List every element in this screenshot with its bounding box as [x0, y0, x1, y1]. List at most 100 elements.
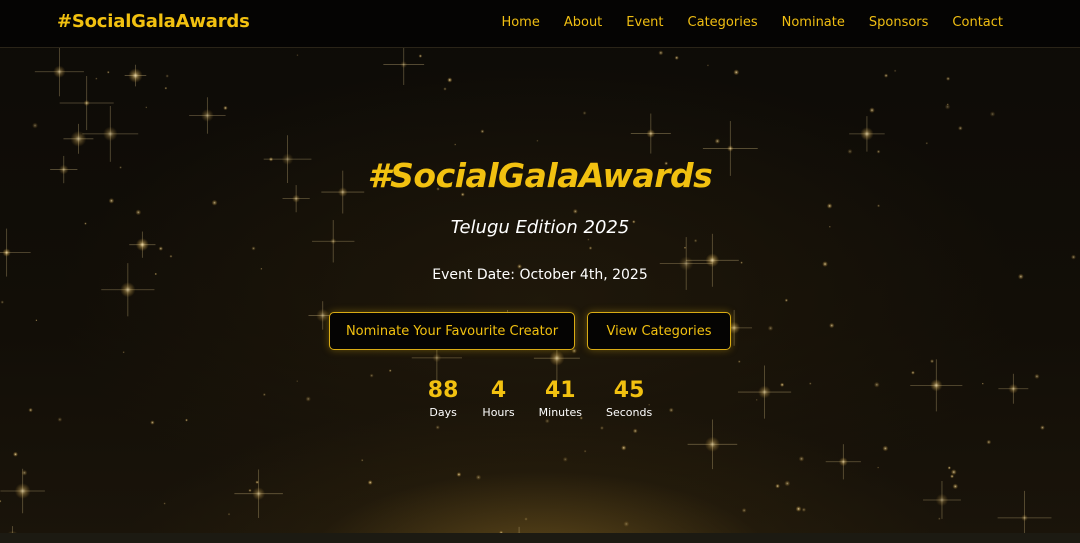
- sparkle: [63, 123, 94, 154]
- sparkle: [930, 359, 935, 364]
- sparkle: [1040, 425, 1045, 431]
- sparkle: [0, 499, 2, 503]
- sparkle: [829, 322, 835, 329]
- sparkle: [447, 77, 453, 83]
- sparkle: [583, 449, 587, 453]
- sparkle: [950, 474, 955, 479]
- nav-sponsors[interactable]: Sponsors: [869, 15, 929, 30]
- sparkle: [737, 360, 741, 364]
- sparkle: [12, 451, 19, 457]
- sparkle: [169, 254, 173, 258]
- hero-subtitle: Telugu Edition 2025: [450, 217, 630, 238]
- sparkle: [784, 480, 791, 487]
- sparkle: [35, 319, 38, 322]
- hero-title: #SocialGalaAwards: [367, 156, 713, 195]
- sparkle: [986, 439, 992, 445]
- nav-event[interactable]: Event: [626, 15, 663, 30]
- sparkle: [227, 512, 231, 516]
- sparkle: [108, 197, 115, 204]
- nominate-creator-button[interactable]: Nominate Your Favourite Creator: [329, 312, 575, 350]
- nav-about[interactable]: About: [564, 15, 602, 30]
- sparkle: [435, 425, 440, 430]
- nav-home[interactable]: Home: [501, 15, 539, 30]
- sparkle: [706, 64, 710, 67]
- sparkle: [248, 488, 252, 493]
- sparkle: [849, 116, 885, 152]
- sparkle: [632, 428, 638, 434]
- sparkle: [255, 480, 259, 484]
- sparkle: [587, 238, 590, 241]
- sparkle: [185, 418, 189, 422]
- sparkle: [456, 472, 462, 477]
- sparkle: [367, 480, 373, 485]
- sparkle: [767, 325, 774, 332]
- sparkle: [801, 507, 807, 512]
- sparkle: [369, 373, 374, 378]
- sparkle: [360, 458, 364, 462]
- sparkle: [145, 106, 148, 109]
- sparkle: [937, 517, 941, 521]
- sparkle: [693, 238, 698, 243]
- sparkle: [925, 141, 929, 145]
- countdown-timer: 88 Days 4 Hours 41 Minutes 45 Seconds: [0, 378, 1080, 419]
- sparkle: [798, 456, 805, 462]
- countdown-minutes: 41 Minutes: [539, 378, 582, 419]
- sparkle: [733, 69, 740, 76]
- sparkle: [21, 469, 28, 476]
- next-section-edge: [0, 533, 1080, 543]
- sparkle: [714, 138, 721, 144]
- sparkle: [59, 76, 114, 131]
- sparkle: [536, 139, 539, 143]
- sparkle: [957, 125, 963, 131]
- sparkle: [741, 507, 747, 513]
- sparkle: [163, 502, 166, 505]
- sparkle: [582, 111, 587, 116]
- sparkle: [877, 466, 880, 469]
- sparkle: [588, 246, 593, 250]
- sparkle: [621, 445, 627, 451]
- sparkle: [784, 298, 789, 303]
- sparkle: [623, 520, 630, 527]
- sparkle: [165, 74, 169, 78]
- sparkle: [418, 54, 423, 58]
- sparkle: [82, 105, 139, 162]
- sparkle: [189, 97, 226, 134]
- sparkle: [775, 483, 780, 489]
- sparkle: [947, 466, 952, 470]
- sparkle: [630, 113, 671, 154]
- sparkle: [876, 204, 881, 208]
- sparkle: [0, 300, 5, 304]
- countdown-seconds: 45 Seconds: [606, 378, 652, 419]
- countdown-hours-value: 4: [490, 378, 507, 403]
- sparkle: [795, 505, 802, 512]
- sparkle: [106, 70, 110, 74]
- sparkle: [950, 469, 957, 475]
- sparkle: [34, 47, 84, 97]
- nav-categories[interactable]: Categories: [688, 15, 758, 30]
- sparkle: [944, 103, 951, 110]
- sparkle: [164, 86, 168, 90]
- sparkle: [0, 468, 45, 514]
- view-categories-button[interactable]: View Categories: [587, 312, 731, 350]
- sparkle: [683, 246, 687, 249]
- sparkle: [383, 44, 425, 85]
- sparkle: [158, 246, 164, 251]
- sparkle: [825, 444, 861, 480]
- brand-logo[interactable]: #SocialGalaAwards: [57, 11, 250, 32]
- sparkle: [946, 103, 949, 106]
- countdown-seconds-label: Seconds: [605, 406, 653, 419]
- event-date: Event Date: October 4th, 2025: [432, 267, 648, 283]
- sparkle: [251, 246, 256, 251]
- sparkle: [150, 420, 155, 425]
- sparkle: [562, 456, 568, 462]
- nav-contact[interactable]: Contact: [952, 15, 1003, 30]
- sparkle: [687, 419, 738, 470]
- sparkle: [388, 369, 392, 373]
- sparkle: [475, 474, 482, 481]
- navbar: #SocialGalaAwards Home About Event Categ…: [0, 0, 1080, 48]
- sparkle: [223, 105, 228, 111]
- sparkle: [443, 87, 447, 91]
- sparkle: [1070, 254, 1077, 260]
- countdown-seconds-value: 45: [613, 378, 645, 403]
- nav-nominate[interactable]: Nominate: [782, 15, 845, 30]
